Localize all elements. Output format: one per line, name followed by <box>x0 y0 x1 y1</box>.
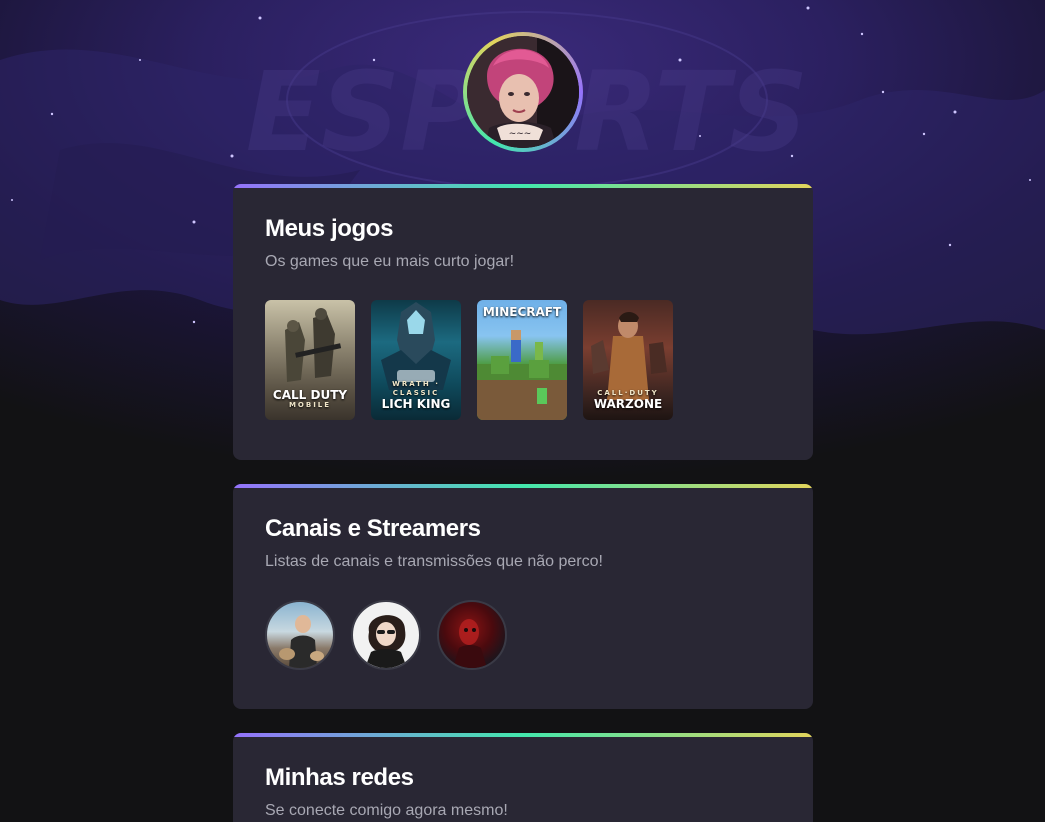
game-cover-minecraft[interactable]: MINECRAFT <box>477 300 567 420</box>
streamers-title: Canais e Streamers <box>265 515 481 542</box>
networks-card: Minhas redes Se conecte comigo agora mes… <box>233 733 813 822</box>
profile-avatar: ~~~ <box>467 36 579 148</box>
games-card: Meus jogos Os games que eu mais curto jo… <box>233 184 813 460</box>
streamer-photo-2-icon <box>365 615 407 668</box>
games-subtitle: Os games que eu mais curto jogar! <box>265 253 515 270</box>
streamer-avatar-3[interactable] <box>437 600 507 670</box>
games-list: CALL DUTY MOBILE WRATH · CLASSIC LICH KI… <box>265 300 781 420</box>
game-title-lich-king: LICH KING <box>381 397 451 411</box>
networks-subtitle: Se conecte comigo agora mesmo! <box>265 802 508 819</box>
streamer-photo-1-icon <box>279 615 324 668</box>
profile-photo-icon: ~~~ <box>467 36 579 148</box>
streamers-card: Canais e Streamers Listas de canais e tr… <box>233 484 813 709</box>
game-title-call-of-duty: CALL DUTY <box>272 388 348 402</box>
game-subtitle-wrath: WRATH · CLASSIC <box>392 380 440 397</box>
game-subtitle-mobile: MOBILE <box>288 401 332 409</box>
page: ESPORTS <box>0 0 1045 822</box>
profile-avatar-ring: ~~~ <box>463 32 583 152</box>
game-cover-wow-lich-king[interactable]: WRATH · CLASSIC LICH KING <box>371 300 461 420</box>
game-title-warzone: WARZONE <box>593 397 663 411</box>
game-cover-warzone[interactable]: CALL·DUTY WARZONE <box>583 300 673 420</box>
streamer-photo-3-icon <box>453 619 487 668</box>
streamers-list <box>265 600 781 670</box>
game-cover-call-of-duty-mobile[interactable]: CALL DUTY MOBILE <box>265 300 355 420</box>
svg-text:~~~: ~~~ <box>509 129 532 139</box>
streamer-avatar-1[interactable] <box>265 600 335 670</box>
streamer-avatar-2[interactable] <box>351 600 421 670</box>
streamers-subtitle: Listas de canais e transmissões que não … <box>265 553 603 570</box>
networks-title: Minhas redes <box>265 764 414 791</box>
game-title-minecraft: MINECRAFT <box>482 305 562 319</box>
games-title: Meus jogos <box>265 215 394 242</box>
